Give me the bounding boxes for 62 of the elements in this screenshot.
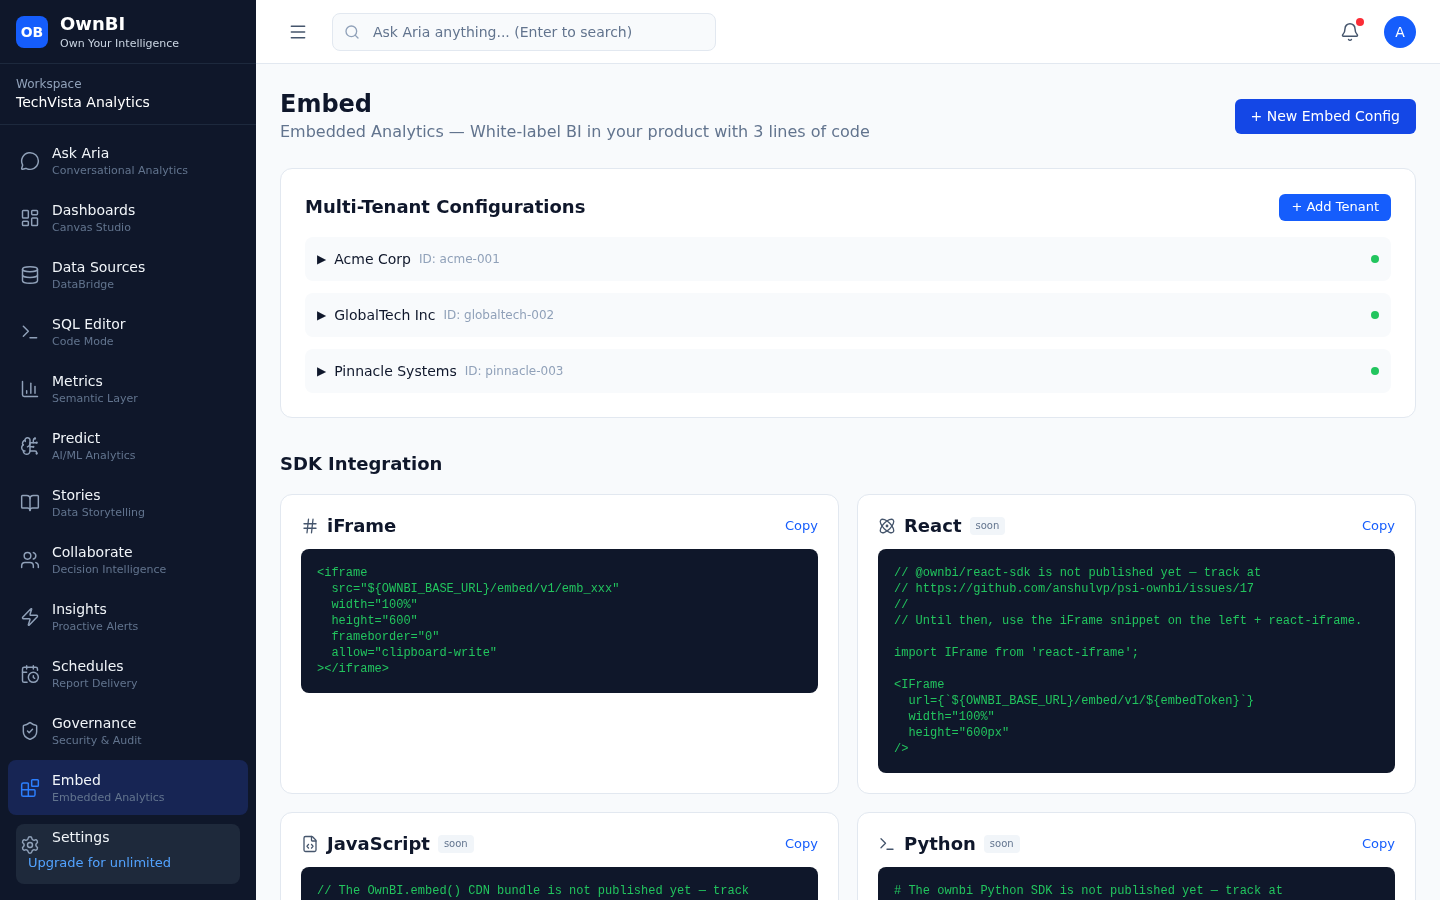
sidebar-item[interactable]: Governance Security & Audit [8, 703, 248, 758]
search-icon [344, 23, 360, 40]
brand-tagline: Own Your Intelligence [60, 35, 180, 52]
settings-icon [20, 834, 40, 855]
code-file-icon [301, 835, 319, 853]
sidebar-item[interactable]: Dashboards Canvas Studio [8, 190, 248, 245]
sdk-card-title: Python [904, 833, 976, 855]
lightning-icon [20, 606, 40, 627]
workspace-name: TechVista Analytics [16, 93, 151, 112]
sidebar-item[interactable]: Metrics Semantic Layer [8, 361, 248, 416]
tenants-title: Multi-Tenant Configurations [305, 195, 586, 219]
sidebar-item[interactable]: Schedules Report Delivery [8, 646, 248, 701]
copy-button[interactable]: Copy [1362, 835, 1395, 853]
sidebar-item[interactable]: Data Sources DataBridge [8, 247, 248, 302]
brain-icon [20, 435, 40, 456]
sdk-card-title: JavaScript [327, 833, 430, 855]
new-embed-config-button[interactable]: + New Embed Config [1234, 98, 1416, 134]
open-book-icon [20, 492, 40, 513]
atom-icon [878, 517, 896, 535]
code-block: # The ownbi Python SDK is not published yet — track at [878, 867, 1395, 900]
user-avatar[interactable]: A [1384, 15, 1416, 48]
search-field[interactable]: Ask Aria anything... (Enter to search) [332, 12, 716, 51]
sidebar-item[interactable]: Predict AI/ML Analytics [8, 418, 248, 473]
code-block: // @ownbi/react-sdk is not published yet — track at // https://github.com/anshulvp/psi-ownbi/issues/17 // // Until then, use the iFrame snippet on the left + react-iframe. import IFrame from 'react-iframe'; <IFrame url={`${OWNBI_BASE_URL}/embed/v1/${embedToken}`} width="100%" height="600px" /> [878, 549, 1395, 773]
sidebar-item[interactable]: Embed Embedded Analytics [8, 760, 248, 815]
upgrade-link[interactable]: Upgrade for unlimited [28, 854, 172, 872]
sdk-section-title: SDK Integration [280, 452, 444, 476]
blocks-icon [20, 777, 40, 798]
logo-badge: OB [16, 15, 48, 48]
copy-button[interactable]: Copy [785, 835, 818, 853]
calendar-clock-icon [20, 663, 40, 684]
bar-chart-icon [20, 378, 40, 399]
soon-badge: soon [969, 517, 1006, 535]
hash-icon [301, 517, 319, 535]
bell-icon [1340, 21, 1360, 42]
soon-badge: soon [983, 835, 1020, 853]
sidebar-item[interactable]: Ask Aria Conversational Analytics [8, 133, 248, 188]
people-icon [20, 549, 40, 570]
soon-badge: soon [437, 835, 474, 853]
copy-button[interactable]: Copy [1362, 517, 1395, 535]
tenant-row[interactable]: ▶ Acme Corp ID: acme-001 [305, 237, 1391, 281]
chat-bubble-icon [20, 150, 40, 171]
sidebar-item[interactable]: SQL Editor Code Mode [8, 304, 248, 359]
sdk-card-title: React [904, 515, 962, 537]
terminal-prompt-icon [878, 835, 896, 853]
sidebar-item[interactable]: Collaborate Decision Intelligence [8, 532, 248, 587]
page-title: Embed [280, 89, 374, 120]
dashboard-grid-icon [20, 207, 40, 228]
sidebar-item[interactable]: Stories Data Storytelling [8, 475, 248, 530]
shield-check-icon [20, 720, 40, 741]
sidebar-item[interactable]: Insights Proactive Alerts [8, 589, 248, 644]
code-block: <iframe src="${OWNBI_BASE_URL}/embed/v1/emb_xxx" width="100%" height="600" frameborder="0" allow="clipboard-write" ></iframe> [301, 549, 818, 693]
code-block: // The OwnBI.embed() CDN bundle is not published yet — track [301, 867, 818, 900]
sdk-card-title: iFrame [327, 515, 397, 537]
brand-name: OwnBI [60, 11, 127, 36]
add-tenant-button[interactable]: + Add Tenant [1279, 193, 1391, 221]
database-icon [20, 264, 40, 285]
workspace-label: Workspace [16, 76, 83, 92]
tenant-row[interactable]: ▶ Pinnacle Systems ID: pinnacle-003 [305, 349, 1391, 393]
copy-button[interactable]: Copy [785, 517, 818, 535]
page-subtitle: Embedded Analytics — White-label BI in your product with 3 lines of code [280, 121, 870, 143]
tenant-row[interactable]: ▶ GlobalTech Inc ID: globaltech-002 [305, 293, 1391, 337]
